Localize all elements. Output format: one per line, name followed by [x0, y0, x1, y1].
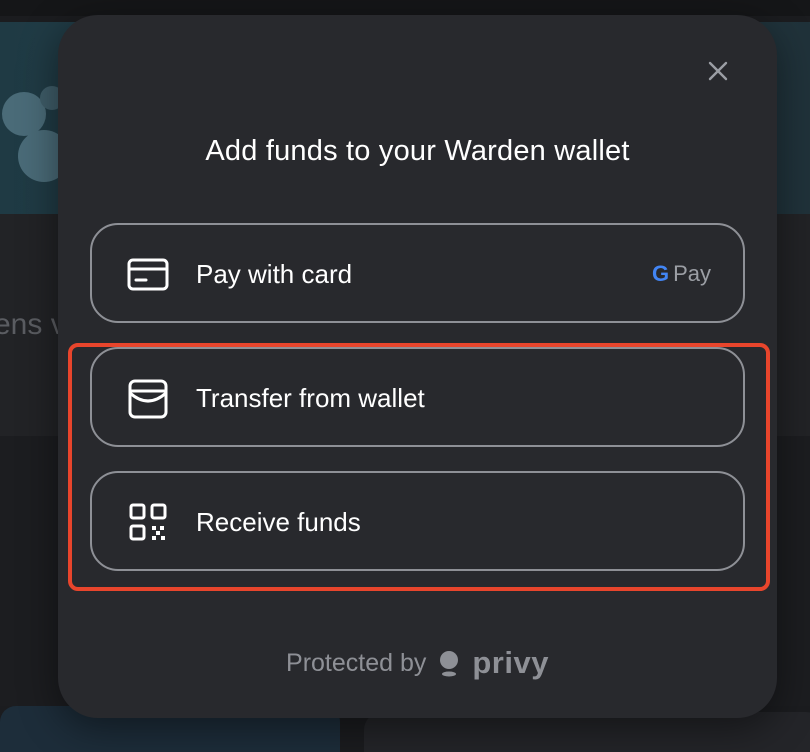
transfer-from-wallet-label: Transfer from wallet	[196, 383, 425, 413]
privy-logo-icon	[440, 651, 459, 677]
close-button[interactable]	[704, 57, 732, 85]
pay-with-card-label: Pay with card	[196, 259, 353, 289]
receive-funds-button[interactable]: Receive funds	[90, 471, 745, 571]
wallet-icon	[126, 379, 170, 419]
google-g-icon: G	[651, 261, 670, 286]
background-top-strip	[0, 0, 810, 16]
add-funds-modal: Add funds to your Warden wallet Pay with…	[58, 15, 777, 718]
protected-by-text: Protected by	[286, 648, 427, 677]
google-pay-badge: G Pay	[652, 261, 711, 287]
modal-footer: Protected by privy	[58, 645, 777, 681]
modal-title: Add funds to your Warden wallet	[205, 135, 630, 167]
background-bottom-card	[364, 712, 810, 752]
credit-card-icon	[126, 255, 170, 295]
pay-with-card-button[interactable]: Pay with card G Pay	[90, 223, 745, 323]
qr-code-icon	[126, 503, 170, 543]
close-icon	[708, 61, 728, 81]
google-pay-text: Pay	[673, 261, 711, 286]
background-text: ens v	[0, 308, 66, 341]
transfer-from-wallet-button[interactable]: Transfer from wallet	[90, 347, 745, 447]
privy-brand-text: privy	[472, 645, 549, 680]
receive-funds-label: Receive funds	[196, 507, 361, 537]
